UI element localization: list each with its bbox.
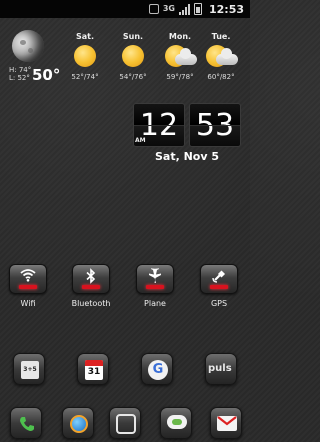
partly-cloudy-icon <box>198 44 244 68</box>
pulse-icon: puls <box>208 363 238 374</box>
toggle-state-indicator <box>146 285 164 289</box>
toggle-label: Wifi <box>20 299 36 308</box>
toggle-plane[interactable]: Plane <box>135 264 175 308</box>
airplane-icon <box>137 268 173 284</box>
calendar-icon-text: 31 <box>87 367 101 377</box>
toggle-label: GPS <box>210 299 228 308</box>
network-type: 3G <box>162 4 175 13</box>
app-drawer-icon <box>116 414 136 434</box>
messaging-icon <box>167 415 187 429</box>
sunny-icon <box>62 44 108 68</box>
high-temp: H: 74° <box>9 66 32 74</box>
calendar-icon: 31 <box>85 360 103 380</box>
toggle-label: Plane <box>144 299 166 308</box>
calculator-icon-text: 3+5 <box>23 366 37 373</box>
toggle-label: Bluetooth <box>71 299 111 308</box>
bluetooth-icon <box>73 268 109 284</box>
toggle-state-indicator <box>82 285 100 289</box>
sunny-icon <box>110 44 156 68</box>
battery-icon <box>193 3 202 15</box>
forecast-range: 59°/78° <box>166 73 194 81</box>
calculator-icon: 3+5 <box>21 361 39 379</box>
google-search-app[interactable]: G <box>141 353 173 385</box>
toggle-state-indicator <box>210 285 228 289</box>
google-search-icon-text: G <box>152 362 164 377</box>
gps-icon <box>201 268 237 284</box>
clock-minute: 53 <box>189 103 241 147</box>
forecast-range: 52°/74° <box>71 73 99 81</box>
toggle-wifi[interactable]: Wifi <box>8 264 48 308</box>
google-search-icon: G <box>148 360 168 380</box>
forecast-day-name: Tue. <box>211 32 231 41</box>
pulse-icon-text: puls <box>208 363 232 374</box>
toggle-bluetooth-button[interactable] <box>72 264 110 294</box>
vibrate-icon <box>148 4 159 14</box>
calculator-app[interactable]: 3+5 <box>13 353 45 385</box>
toggle-gps[interactable]: GPS <box>199 264 239 308</box>
calendar-app[interactable]: 31 <box>77 353 109 385</box>
low-temp: L: 52° <box>9 74 30 82</box>
current-temp: 50° <box>32 66 61 84</box>
messaging-app[interactable] <box>160 407 192 439</box>
weather-widget[interactable]: H: 74° L: 52° 50° Sat. 52°/74° Sun. 54°/… <box>6 26 246 90</box>
forecast-day: Sat. 52°/74° <box>62 32 108 81</box>
toggle-bluetooth[interactable]: Bluetooth <box>71 264 111 308</box>
forecast-day: Mon. 59°/78° <box>157 32 203 81</box>
browser-app[interactable] <box>62 407 94 439</box>
high-low: H: 74° L: 52° <box>9 66 31 82</box>
forecast-day: Sun. 54°/76° <box>110 32 156 81</box>
forecast-day-name: Mon. <box>168 32 192 41</box>
status-bar: 3G 12:53 <box>0 0 250 18</box>
moon-icon <box>12 30 44 62</box>
clock-date: Sat, Nov 5 <box>154 150 220 163</box>
toggle-plane-button[interactable] <box>136 264 174 294</box>
clock-minute-digits: 53 <box>195 108 235 143</box>
wifi-icon <box>10 268 46 284</box>
toggle-state-indicator <box>19 285 37 289</box>
partly-cloudy-icon <box>157 44 203 68</box>
app-drawer-button[interactable] <box>109 407 141 439</box>
gmail-app[interactable] <box>210 407 242 439</box>
signal-icon <box>178 3 190 15</box>
browser-globe-icon <box>70 415 88 433</box>
status-time: 12:53 <box>208 2 244 16</box>
dock <box>0 403 250 442</box>
clock-ampm: AM <box>135 137 146 144</box>
forecast-range: 60°/82° <box>207 73 235 81</box>
phone-app[interactable] <box>10 407 42 439</box>
forecast-range: 54°/76° <box>119 73 147 81</box>
forecast-day-name: Sun. <box>122 32 144 41</box>
forecast-day-name: Sat. <box>75 32 95 41</box>
forecast-day: Tue. 60°/82° <box>198 32 244 81</box>
pulse-app[interactable]: puls <box>205 353 237 385</box>
phone-icon <box>19 416 35 432</box>
toggle-gps-button[interactable] <box>200 264 238 294</box>
gmail-icon <box>217 416 237 431</box>
toggle-wifi-button[interactable] <box>9 264 47 294</box>
